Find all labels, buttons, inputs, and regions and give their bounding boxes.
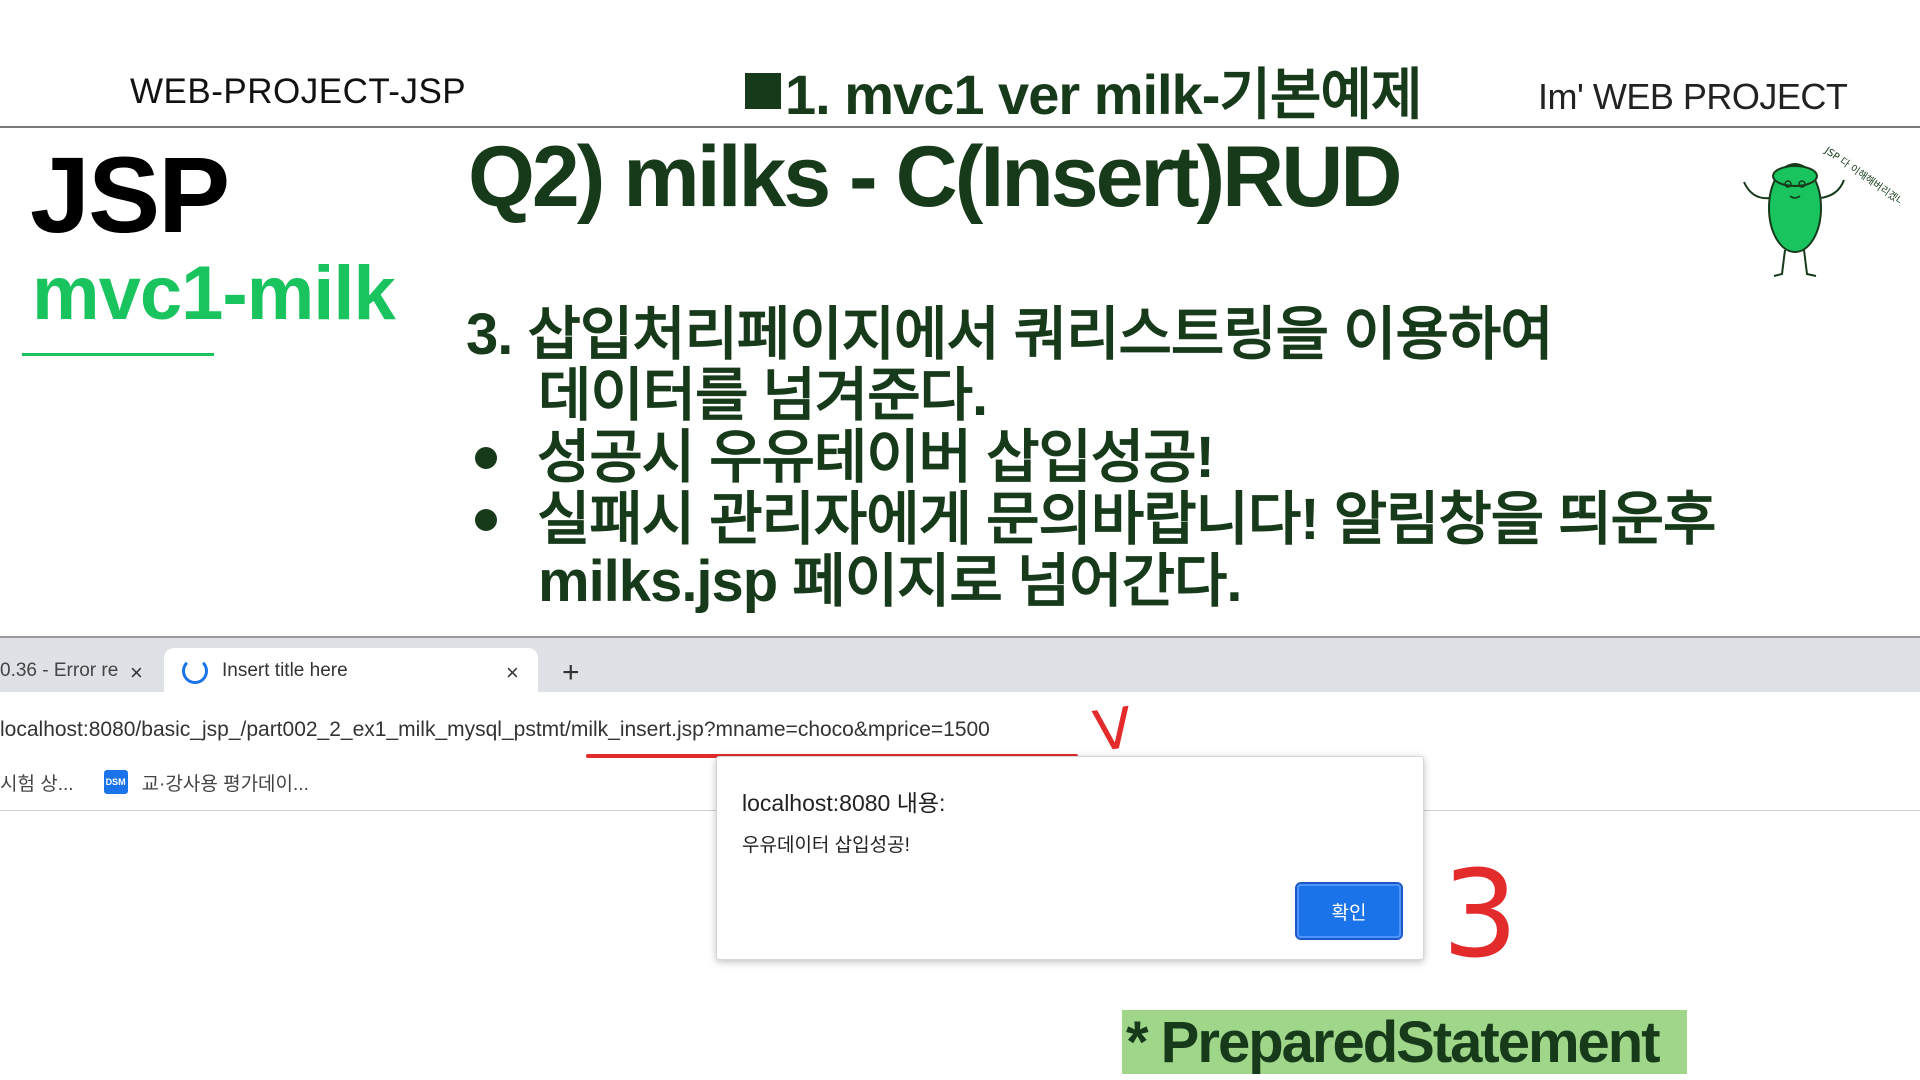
new-tab-button[interactable]: + bbox=[562, 656, 580, 690]
bullet-text: 실패시 관리자에게 문의바랍니다! 알림창을 띄운후 bbox=[537, 487, 1716, 552]
page-title: Q2) milks - C(Insert)RUD bbox=[468, 129, 1402, 225]
dsm-bookmark-icon: DSM bbox=[103, 770, 128, 794]
bullet-item-failure: 실패시 관리자에게 문의바랍니다! 알림창을 띄운후 bbox=[475, 487, 1716, 552]
red-3-annotation: 3 bbox=[1442, 846, 1519, 985]
bullet-item-success: 성공시 우유테이버 삽입성공! bbox=[475, 425, 1215, 490]
header-section-title-text: 1. mvc1 ver milk-기본예제 bbox=[785, 63, 1422, 126]
bullet-text: 성공시 우유테이버 삽입성공! bbox=[537, 425, 1215, 490]
bookmark-item[interactable]: 시험 상... bbox=[0, 769, 74, 796]
mascot-illustration: JSP 다 이해해버리겠다~! bbox=[1743, 143, 1900, 277]
sidebar-subtitle: mvc1-milk bbox=[32, 251, 396, 336]
tab-title: 0.36 - Error re bbox=[0, 660, 119, 681]
square-bullet-icon bbox=[745, 72, 781, 109]
bookmark-item[interactable]: 교·강사용 평가데이... bbox=[142, 769, 309, 796]
header-right-label: Im' WEB PROJECT bbox=[1538, 76, 1848, 117]
browser-tab-active[interactable]: Insert title here bbox=[164, 648, 538, 694]
ok-button[interactable]: 확인 bbox=[1295, 882, 1403, 940]
badge-text: * PreparedStatement bbox=[1126, 1009, 1661, 1075]
bullet-continuation: milks.jsp 페이지로 넘어간다. bbox=[538, 549, 1242, 614]
bullet-dot-icon bbox=[475, 509, 497, 531]
loading-spinner-icon bbox=[182, 658, 208, 684]
close-icon[interactable]: × bbox=[130, 660, 143, 686]
dialog-message: 우유데이터 삽입성공! bbox=[742, 835, 910, 856]
dialog-title: localhost:8080 내용: bbox=[742, 790, 946, 816]
prepared-statement-badge: * PreparedStatement bbox=[1122, 1009, 1687, 1075]
bookmarks-bar: 시험 상... DSM 교·강사용 평가데이... bbox=[0, 764, 309, 800]
step-text-line2: 데이터를 넘겨준다. bbox=[538, 363, 988, 428]
close-icon[interactable]: × bbox=[506, 660, 519, 686]
bullet-dot-icon bbox=[475, 447, 497, 469]
sidebar-underline bbox=[22, 353, 214, 356]
browser-tab-inactive[interactable]: 0.36 - Error re bbox=[0, 650, 150, 692]
sidebar-title: JSP bbox=[30, 134, 230, 255]
url-text[interactable]: localhost:8080/basic_jsp_/part002_2_ex1_… bbox=[0, 718, 990, 742]
header-section-title: 1. mvc1 ver milk-기본예제 bbox=[745, 50, 1422, 131]
tab-title: Insert title here bbox=[222, 660, 348, 681]
step-text-line1: 3. 삽입처리페이지에서 쿼리스트링을 이용하여 bbox=[466, 302, 1554, 367]
mascot-caption: JSP 다 이해해버리겠다~! bbox=[1821, 143, 1900, 216]
header-left-label: WEB-PROJECT-JSP bbox=[130, 72, 467, 111]
